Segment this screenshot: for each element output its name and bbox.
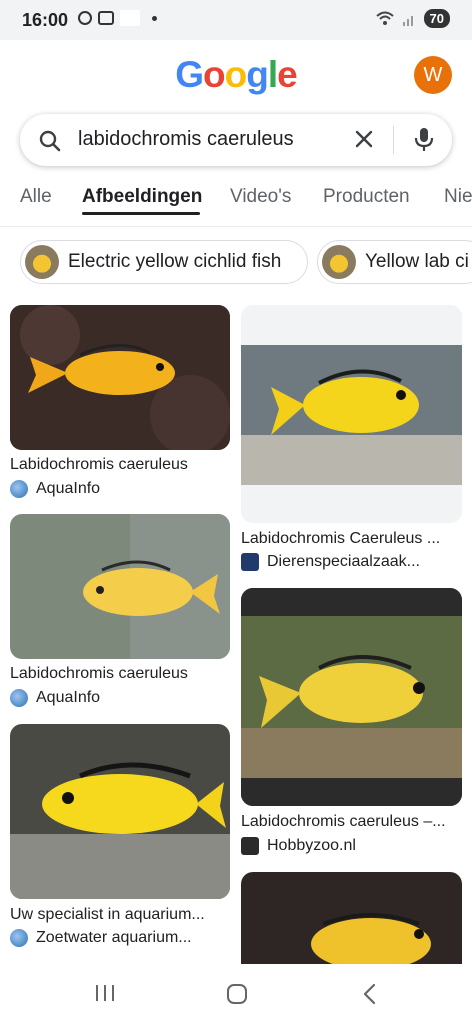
suggestion-chip[interactable]: Yellow lab ci xyxy=(317,240,472,284)
status-notification-icons xyxy=(78,10,157,26)
image-result-thumbnail[interactable] xyxy=(10,305,230,450)
search-tabs: Alle Afbeeldingen Video's Producten Nie xyxy=(0,182,472,227)
home-icon[interactable] xyxy=(225,982,249,1006)
notification-icon xyxy=(120,10,140,26)
google-logo[interactable]: Google xyxy=(0,54,472,96)
chip-thumbnail xyxy=(25,245,59,279)
result-title[interactable]: Labidochromis caeruleus xyxy=(10,665,188,683)
recent-apps-icon[interactable] xyxy=(94,982,116,1004)
back-icon[interactable] xyxy=(360,982,380,1006)
image-result-thumbnail[interactable] xyxy=(241,588,462,806)
image-result-thumbnail[interactable] xyxy=(10,724,230,899)
search-input[interactable]: labidochromis caeruleus xyxy=(78,128,340,152)
search-box[interactable]: labidochromis caeruleus xyxy=(20,114,452,166)
site-favicon-icon xyxy=(10,689,28,707)
account-avatar[interactable]: W xyxy=(414,56,452,94)
chip-thumbnail xyxy=(322,245,356,279)
logo-letter: l xyxy=(267,54,278,95)
tab-videos[interactable]: Video's xyxy=(230,186,291,208)
result-source[interactable]: Hobbyzoo.nl xyxy=(241,837,356,855)
result-source-name: Hobbyzoo.nl xyxy=(267,837,356,854)
logo-letter: o xyxy=(224,54,248,95)
result-source-name: Dierenspeciaalzaak... xyxy=(267,553,420,570)
result-source-name: AquaInfo xyxy=(36,689,101,706)
notification-icon xyxy=(78,11,92,25)
microphone-icon[interactable] xyxy=(413,127,435,153)
image-result-thumbnail[interactable] xyxy=(241,872,462,964)
fish-image xyxy=(10,305,230,450)
logo-letter: o xyxy=(203,54,226,95)
battery-indicator: 70 xyxy=(423,9,450,28)
logo-letter: G xyxy=(175,54,204,95)
chip-label: Yellow lab ci xyxy=(365,251,469,272)
tab-images[interactable]: Afbeeldingen xyxy=(82,186,202,208)
result-source-name: Zoetwater aquarium... xyxy=(36,929,192,946)
status-bar: 16:00 70 xyxy=(0,0,472,40)
image-result-thumbnail[interactable] xyxy=(241,305,462,523)
site-favicon-icon xyxy=(10,929,28,947)
site-favicon-icon xyxy=(10,480,28,498)
search-divider xyxy=(393,126,394,154)
site-favicon-icon xyxy=(241,553,259,571)
tab-all[interactable]: Alle xyxy=(20,186,52,208)
result-title[interactable]: Labidochromis caeruleus –... xyxy=(241,813,446,831)
fish-image xyxy=(10,514,230,659)
site-favicon-icon xyxy=(241,837,259,855)
system-navigation-bar xyxy=(0,964,472,1024)
fish-image xyxy=(241,588,462,806)
fish-image xyxy=(10,724,230,899)
wifi-icon xyxy=(375,11,394,25)
status-time: 16:00 xyxy=(22,10,69,30)
suggestion-chip[interactable]: Electric yellow cichlid fish xyxy=(20,240,308,284)
signal-icon xyxy=(402,15,413,26)
avatar-letter: W xyxy=(423,63,443,86)
result-source[interactable]: AquaInfo xyxy=(10,480,100,498)
result-title[interactable]: Uw specialist in aquarium... xyxy=(10,906,205,924)
fish-image xyxy=(241,305,462,523)
status-system-icons: 70 xyxy=(375,9,450,28)
fish-image xyxy=(241,872,462,964)
result-source[interactable]: AquaInfo xyxy=(10,689,100,707)
result-source[interactable]: Dierenspeciaalzaak... xyxy=(241,553,420,571)
result-source[interactable]: Zoetwater aquarium... xyxy=(10,929,192,947)
close-icon[interactable] xyxy=(353,128,375,150)
logo-letter: e xyxy=(277,54,298,95)
tab-news[interactable]: Nie xyxy=(444,186,472,208)
notification-app-icon xyxy=(98,11,114,25)
search-icon[interactable] xyxy=(38,129,62,153)
image-result-thumbnail[interactable] xyxy=(10,514,230,659)
result-title[interactable]: Labidochromis Caeruleus ... xyxy=(241,530,440,548)
chip-label: Electric yellow cichlid fish xyxy=(68,251,282,272)
result-title[interactable]: Labidochromis caeruleus xyxy=(10,456,188,474)
logo-letter: g xyxy=(246,54,269,95)
more-notifications-icon xyxy=(152,15,157,21)
tab-products[interactable]: Producten xyxy=(323,186,410,208)
result-source-name: AquaInfo xyxy=(36,480,101,497)
active-tab-indicator xyxy=(82,212,200,215)
